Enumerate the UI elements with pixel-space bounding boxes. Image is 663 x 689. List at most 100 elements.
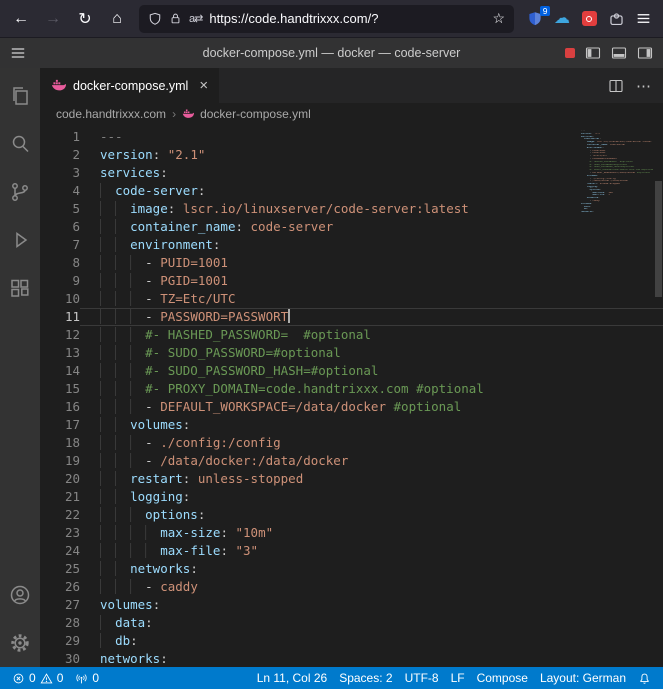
code-line[interactable]: 14 #- SUDO_PASSWORD_HASH=#optional [40,362,663,380]
line-content[interactable]: db: [80,632,663,650]
line-number[interactable]: 20 [40,470,80,488]
line-content[interactable]: volumes: [80,596,663,614]
line-content[interactable]: #- HASHED_PASSWORD= #optional [80,326,663,344]
toggle-panel-icon[interactable] [611,45,627,61]
bookmark-star-icon[interactable]: ☆ [492,10,505,27]
tab-close-icon[interactable]: × [199,78,208,93]
red-extension-icon[interactable] [580,10,598,28]
translate-icon[interactable]: a⇄ [189,12,202,25]
code-line[interactable]: 21 logging: [40,488,663,506]
run-debug-icon[interactable] [0,216,40,264]
line-number[interactable]: 26 [40,578,80,596]
line-number[interactable]: 6 [40,218,80,236]
line-content[interactable]: #- PROXY_DOMAIN=code.handtrixxx.com #opt… [80,380,663,398]
reload-button[interactable]: ↻ [70,5,100,33]
line-content[interactable]: services: [80,164,663,182]
line-content[interactable]: code-server: [80,182,663,200]
code-line[interactable]: 8 - PUID=1001 [40,254,663,272]
code-line[interactable]: 12 #- HASHED_PASSWORD= #optional [40,326,663,344]
line-content[interactable]: version: "2.1" [80,146,663,164]
line-number[interactable]: 18 [40,434,80,452]
line-content[interactable]: - PGID=1001 [80,272,663,290]
line-number[interactable]: 4 [40,182,80,200]
breadcrumb-file[interactable]: docker-compose.yml [200,107,311,121]
line-content[interactable]: networks: [80,650,663,667]
line-content[interactable]: image: lscr.io/linuxserver/code-server:l… [80,200,663,218]
red-badge-icon[interactable] [565,48,575,58]
line-content[interactable]: #- SUDO_PASSWORD=#optional [80,344,663,362]
code-editor[interactable]: 1---2version: "2.1"3services:4 code-serv… [40,125,663,667]
code-line[interactable]: 9 - PGID=1001 [40,272,663,290]
url-text[interactable]: https://code.handtrixxx.com/? [209,11,485,26]
explorer-icon[interactable] [0,72,40,120]
line-content[interactable]: - PUID=1001 [80,254,663,272]
cloud-extension-icon[interactable]: ☁ [553,10,571,28]
code-line[interactable]: 7 environment: [40,236,663,254]
line-content[interactable]: #- SUDO_PASSWORD_HASH=#optional [80,362,663,380]
cursor-position[interactable]: Ln 11, Col 26 [251,667,334,689]
line-number[interactable]: 30 [40,650,80,667]
code-line[interactable]: 16 - DEFAULT_WORKSPACE=/data/docker #opt… [40,398,663,416]
code-line[interactable]: 28 data: [40,614,663,632]
line-content[interactable]: restart: unless-stopped [80,470,663,488]
tab-docker-compose[interactable]: docker-compose.yml × [40,68,219,103]
language-mode[interactable]: Compose [471,667,534,689]
line-number[interactable]: 21 [40,488,80,506]
problems-indicator[interactable]: 0 0 [6,667,69,689]
extensions-puzzle-icon[interactable] [607,10,625,28]
toggle-sidebar-icon[interactable] [585,45,601,61]
code-line[interactable]: 23 max-size: "10m" [40,524,663,542]
line-content[interactable]: --- [80,128,663,146]
line-number[interactable]: 22 [40,506,80,524]
app-menu-icon[interactable] [634,10,652,28]
source-control-icon[interactable] [0,168,40,216]
toggle-secondary-sidebar-icon[interactable] [637,45,653,61]
code-line[interactable]: 25 networks: [40,560,663,578]
code-line[interactable]: 11 - PASSWORD=PASSWORT [40,308,663,326]
line-content[interactable]: networks: [80,560,663,578]
code-line[interactable]: 24 max-file: "3" [40,542,663,560]
settings-gear-icon[interactable] [0,619,40,667]
code-line[interactable]: 27volumes: [40,596,663,614]
more-actions-icon[interactable]: ⋯ [636,77,651,95]
line-content[interactable]: max-size: "10m" [80,524,663,542]
search-icon[interactable] [0,120,40,168]
code-line[interactable]: 5 image: lscr.io/linuxserver/code-server… [40,200,663,218]
eol-indicator[interactable]: LF [445,667,471,689]
encoding-indicator[interactable]: UTF-8 [399,667,445,689]
line-number[interactable]: 17 [40,416,80,434]
line-number[interactable]: 25 [40,560,80,578]
line-number[interactable]: 23 [40,524,80,542]
url-bar[interactable]: a⇄ https://code.handtrixxx.com/? ☆ [139,5,514,33]
code-line[interactable]: 22 options: [40,506,663,524]
line-number[interactable]: 13 [40,344,80,362]
line-number[interactable]: 11 [40,308,80,326]
code-line[interactable]: 15 #- PROXY_DOMAIN=code.handtrixxx.com #… [40,380,663,398]
line-number[interactable]: 10 [40,290,80,308]
line-number[interactable]: 1 [40,128,80,146]
line-number[interactable]: 29 [40,632,80,650]
code-line[interactable]: 10 - TZ=Etc/UTC [40,290,663,308]
code-line[interactable]: 17 volumes: [40,416,663,434]
line-number[interactable]: 7 [40,236,80,254]
line-content[interactable]: - DEFAULT_WORKSPACE=/data/docker #option… [80,398,663,416]
line-number[interactable]: 15 [40,380,80,398]
line-content[interactable]: - /data/docker:/data/docker [80,452,663,470]
back-button[interactable]: ← [6,5,36,33]
line-content[interactable]: volumes: [80,416,663,434]
minimap[interactable]: ---version: "2.1"services: code-server: … [581,130,653,214]
line-number[interactable]: 27 [40,596,80,614]
code-line[interactable]: 19 - /data/docker:/data/docker [40,452,663,470]
line-content[interactable]: - caddy [80,578,663,596]
line-number[interactable]: 8 [40,254,80,272]
forward-button[interactable]: → [38,5,68,33]
code-line[interactable]: 1--- [40,128,663,146]
line-number[interactable]: 19 [40,452,80,470]
line-number[interactable]: 9 [40,272,80,290]
code-line[interactable]: 13 #- SUDO_PASSWORD=#optional [40,344,663,362]
line-number[interactable]: 12 [40,326,80,344]
home-button[interactable]: ⌂ [102,5,132,33]
code-line[interactable]: 30networks: [40,650,663,667]
line-content[interactable]: max-file: "3" [80,542,663,560]
line-content[interactable]: options: [80,506,663,524]
